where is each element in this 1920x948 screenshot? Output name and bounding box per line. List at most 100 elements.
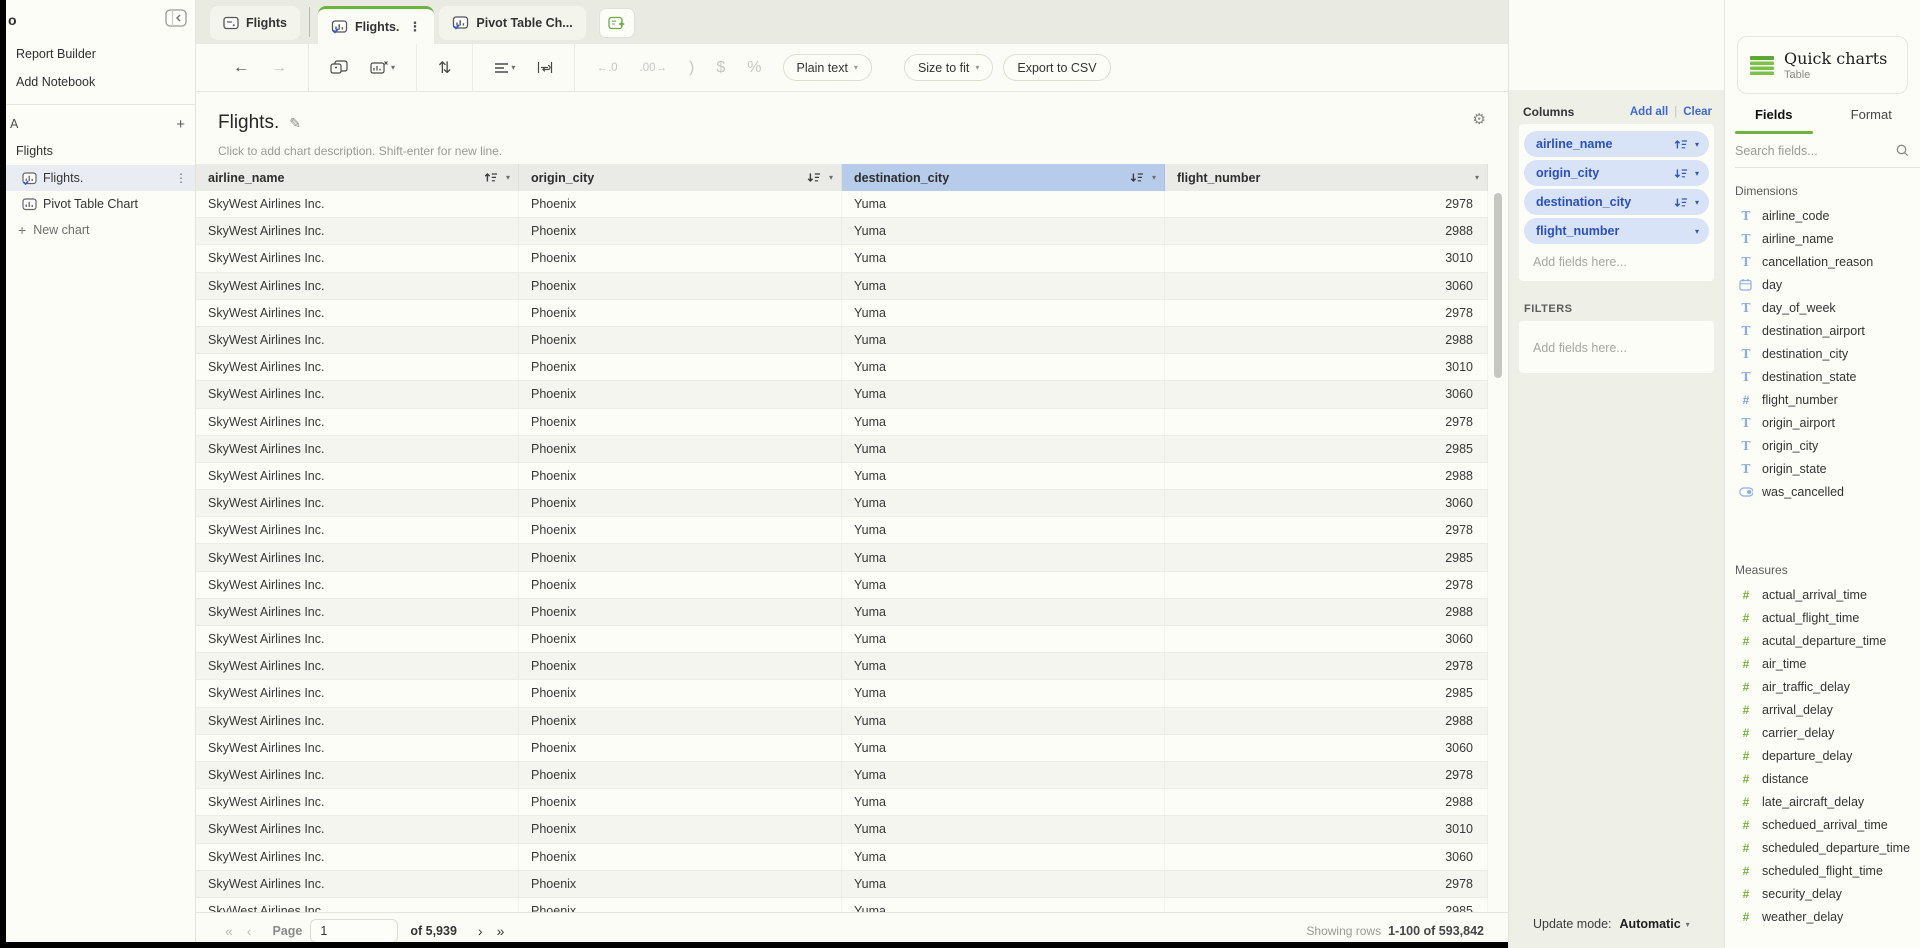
column-header-airline_name[interactable]: airline_name▾ [196, 164, 519, 191]
tab-kebab-icon[interactable]: ⋮ [408, 19, 421, 35]
sidebar-item-dataset-flights[interactable]: Flights [6, 137, 195, 165]
dimension-destination_airport[interactable]: Tdestination_airport [1725, 319, 1920, 342]
tab-fields[interactable]: Fields [1725, 94, 1823, 134]
page-number-input[interactable] [310, 919, 398, 943]
dimension-airline_name[interactable]: Tairline_name [1725, 227, 1920, 250]
table-row[interactable]: SkyWest Airlines Inc.PhoenixYuma3060 [196, 626, 1488, 653]
size-to-fit-dropdown[interactable]: Size to fit ▾ [904, 54, 993, 81]
table-row[interactable]: SkyWest Airlines Inc.PhoenixYuma3060 [196, 844, 1488, 871]
table-row[interactable]: SkyWest Airlines Inc.PhoenixYuma3010 [196, 245, 1488, 272]
table-row[interactable]: SkyWest Airlines Inc.PhoenixYuma3060 [196, 381, 1488, 408]
new-chart-button[interactable]: + New chart [6, 217, 195, 243]
caret-down-icon[interactable]: ▾ [1695, 169, 1699, 178]
remove-chart-button[interactable]: ▾ [370, 60, 395, 75]
sidebar-item-report-builder[interactable]: Report Builder [6, 40, 195, 68]
measure-security_delay[interactable]: #security_delay [1725, 882, 1920, 905]
column-header-flight_number[interactable]: flight_number▾ [1165, 164, 1488, 191]
caret-down-icon[interactable]: ▾ [829, 173, 833, 182]
column-sort-controls[interactable]: ▾ [1475, 173, 1479, 182]
measure-distance[interactable]: #distance [1725, 767, 1920, 790]
table-row[interactable]: SkyWest Airlines Inc.PhoenixYuma3060 [196, 490, 1488, 517]
measure-actual_flight_time[interactable]: #actual_flight_time [1725, 606, 1920, 629]
filters-dropzone[interactable]: Add fields here... [1524, 333, 1709, 363]
clear-link[interactable]: Clear [1683, 106, 1712, 118]
add-fields-dropzone[interactable]: Add fields here... [1524, 247, 1709, 277]
duplicate-chart-button[interactable] [330, 60, 348, 75]
table-row[interactable]: SkyWest Airlines Inc.PhoenixYuma2988 [196, 463, 1488, 490]
undo-back-button[interactable]: ← [233, 59, 249, 77]
table-row[interactable]: SkyWest Airlines Inc.PhoenixYuma2978 [196, 762, 1488, 789]
table-row[interactable]: SkyWest Airlines Inc.PhoenixYuma3060 [196, 735, 1488, 762]
measure-schedued_arrival_time[interactable]: #schedued_arrival_time [1725, 813, 1920, 836]
table-row[interactable]: SkyWest Airlines Inc.PhoenixYuma2985 [196, 898, 1488, 912]
table-row[interactable]: SkyWest Airlines Inc.PhoenixYuma2978 [196, 191, 1488, 218]
column-sort-controls[interactable]: ▾ [484, 172, 510, 183]
measure-scheduled_flight_time[interactable]: #scheduled_flight_time [1725, 859, 1920, 882]
caret-down-icon[interactable]: ▾ [1152, 173, 1156, 182]
dimension-day_of_week[interactable]: Tday_of_week [1725, 296, 1920, 319]
table-row[interactable]: SkyWest Airlines Inc.PhoenixYuma2988 [196, 708, 1488, 735]
column-sort-controls[interactable]: ▾ [807, 172, 833, 183]
table-row[interactable]: SkyWest Airlines Inc.PhoenixYuma2985 [196, 680, 1488, 707]
sidebar-chart-pivot-table[interactable]: Pivot Table Chart [6, 191, 195, 217]
measure-actual_arrival_time[interactable]: #actual_arrival_time [1725, 583, 1920, 606]
new-tab-button[interactable] [599, 8, 635, 38]
measure-arrival_delay[interactable]: #arrival_delay [1725, 698, 1920, 721]
dimension-destination_state[interactable]: Tdestination_state [1725, 365, 1920, 388]
table-row[interactable]: SkyWest Airlines Inc.PhoenixYuma3010 [196, 354, 1488, 381]
gear-icon[interactable]: ⚙ [1473, 110, 1486, 128]
scrollbar-thumb[interactable] [1494, 193, 1502, 378]
column-header-destination_city[interactable]: destination_city▾ [842, 164, 1165, 191]
kebab-menu-icon[interactable]: ⋮ [175, 171, 187, 185]
caret-down-icon[interactable]: ▾ [1695, 198, 1699, 207]
chart-description-placeholder[interactable]: Click to add chart description. Shift-en… [218, 138, 1508, 164]
table-row[interactable]: SkyWest Airlines Inc.PhoenixYuma2978 [196, 300, 1488, 327]
next-page-button[interactable]: › [478, 923, 483, 939]
table-row[interactable]: SkyWest Airlines Inc.PhoenixYuma2978 [196, 517, 1488, 544]
dimension-origin_state[interactable]: Torigin_state [1725, 457, 1920, 480]
dimension-was_cancelled[interactable]: was_cancelled [1725, 480, 1920, 503]
last-page-button[interactable]: » [497, 923, 505, 939]
add-all-link[interactable]: Add all [1630, 106, 1668, 118]
column-pill-airline_name[interactable]: airline_name▾ [1524, 131, 1709, 157]
dimension-origin_airport[interactable]: Torigin_airport [1725, 411, 1920, 434]
column-pill-flight_number[interactable]: flight_number▾ [1524, 218, 1709, 244]
search-fields-input[interactable] [1735, 144, 1896, 158]
table-row[interactable]: SkyWest Airlines Inc.PhoenixYuma2978 [196, 653, 1488, 680]
tab-pivot-table-chart[interactable]: Pivot Table Ch... [439, 6, 585, 40]
text-align-button[interactable]: ▾ [494, 62, 515, 74]
table-row[interactable]: SkyWest Airlines Inc.PhoenixYuma2988 [196, 599, 1488, 626]
column-header-origin_city[interactable]: origin_city▾ [519, 164, 842, 191]
collapse-sidebar-button[interactable] [165, 9, 187, 32]
measure-scheduled_departure_time[interactable]: #scheduled_departure_time [1725, 836, 1920, 859]
chart-title[interactable]: Flights. [218, 112, 279, 134]
measure-carrier_delay[interactable]: #carrier_delay [1725, 721, 1920, 744]
edit-title-icon[interactable]: ✎ [289, 115, 301, 132]
caret-down-icon[interactable]: ▾ [1475, 173, 1479, 182]
dimension-cancellation_reason[interactable]: Tcancellation_reason [1725, 250, 1920, 273]
measure-air_time[interactable]: #air_time [1725, 652, 1920, 675]
table-scrollbar[interactable] [1494, 191, 1502, 912]
table-row[interactable]: SkyWest Airlines Inc.PhoenixYuma2988 [196, 327, 1488, 354]
dimension-origin_city[interactable]: Torigin_city [1725, 434, 1920, 457]
table-row[interactable]: SkyWest Airlines Inc.PhoenixYuma3060 [196, 273, 1488, 300]
format-type-dropdown[interactable]: Plain text ▾ [783, 54, 872, 81]
caret-down-icon[interactable]: ▾ [1695, 140, 1699, 149]
measure-departure_delay[interactable]: #departure_delay [1725, 744, 1920, 767]
dimension-flight_number[interactable]: #flight_number [1725, 388, 1920, 411]
table-row[interactable]: SkyWest Airlines Inc.PhoenixYuma2978 [196, 409, 1488, 436]
table-row[interactable]: SkyWest Airlines Inc.PhoenixYuma2978 [196, 572, 1488, 599]
dimension-day[interactable]: day [1725, 273, 1920, 296]
column-pill-destination_city[interactable]: destination_city▾ [1524, 189, 1709, 215]
measure-late_aircraft_delay[interactable]: #late_aircraft_delay [1725, 790, 1920, 813]
sort-rows-button[interactable]: ⇅ [438, 58, 451, 78]
export-csv-button[interactable]: Export to CSV [1003, 54, 1110, 81]
measure-weather_delay[interactable]: #weather_delay [1725, 905, 1920, 928]
caret-down-icon[interactable]: ▾ [1695, 227, 1699, 236]
tab-format[interactable]: Format [1823, 94, 1920, 134]
measure-air_traffic_delay[interactable]: #air_traffic_delay [1725, 675, 1920, 698]
column-sort-controls[interactable]: ▾ [1130, 172, 1156, 183]
table-row[interactable]: SkyWest Airlines Inc.PhoenixYuma2988 [196, 789, 1488, 816]
sidebar-item-add-notebook[interactable]: Add Notebook [6, 68, 195, 96]
dimension-destination_city[interactable]: Tdestination_city [1725, 342, 1920, 365]
